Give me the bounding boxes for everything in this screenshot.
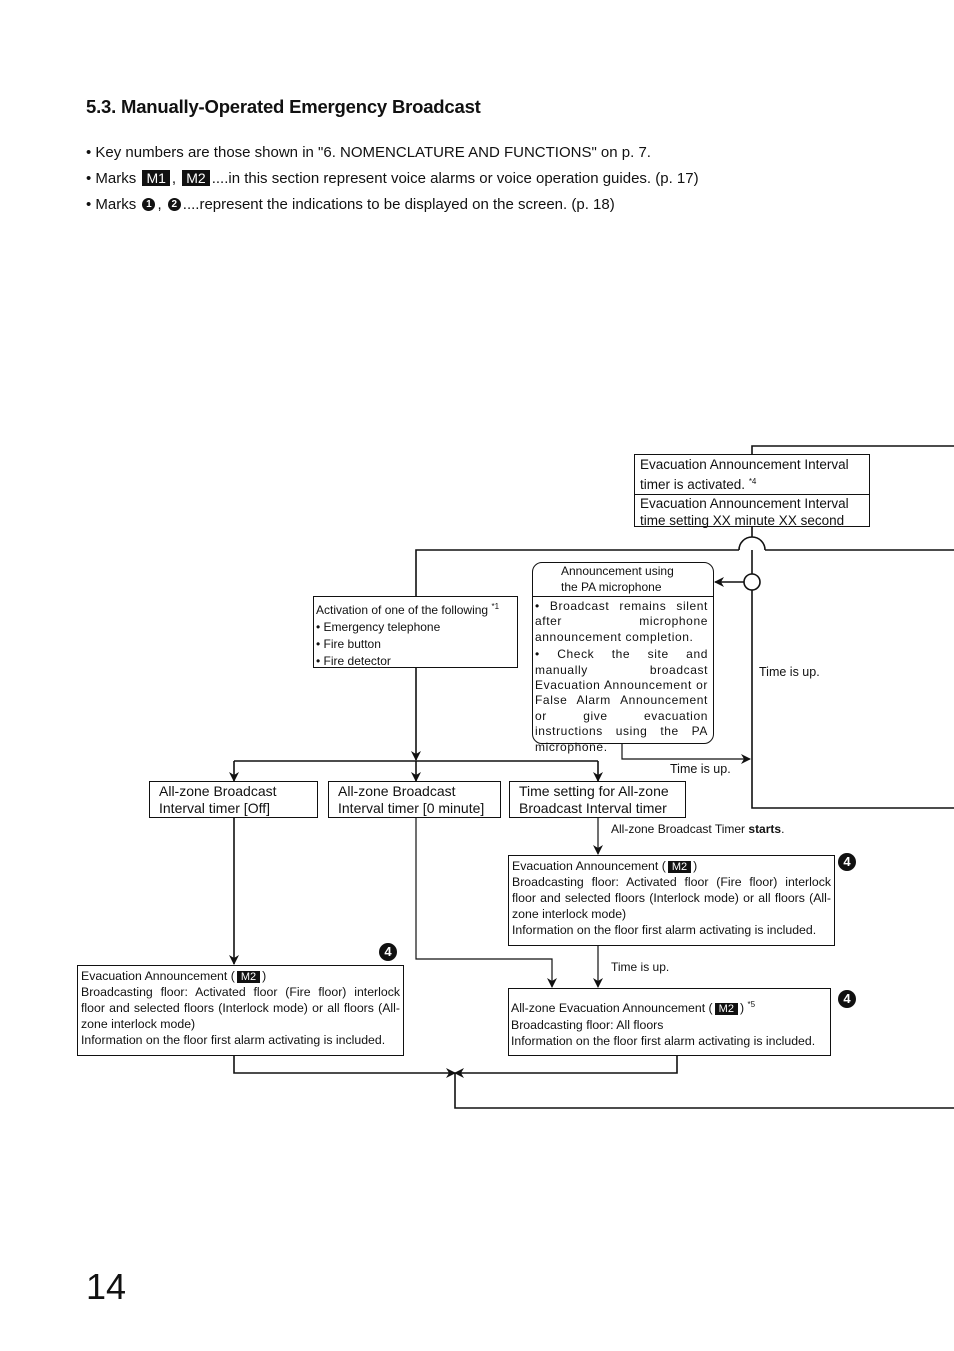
evacuation-announcement-box-left: Evacuation Announcement (M2) Broadcastin… xyxy=(77,965,404,1056)
junction-circle xyxy=(743,573,761,591)
timer-setting-line: Broadcast Interval timer xyxy=(519,799,667,816)
pa-mic-heading: Announcement using the PA microphone xyxy=(533,563,713,597)
page-number: 14 xyxy=(86,1266,127,1307)
allzone-evacuation-box: All-zone Evacuation Announcement (M2) *5… xyxy=(508,988,831,1056)
interval-time-setting: Evacuation Announcement Interval time se… xyxy=(635,494,869,529)
evac-info: Information on the floor first alarm act… xyxy=(81,1033,386,1047)
connector-jump-arc xyxy=(738,536,766,551)
interval-timer-line: timer is activated. *4 xyxy=(640,477,757,492)
timer-zero-line: Interval timer [0 minute] xyxy=(338,799,485,816)
pa-mic-heading-line: the PA microphone xyxy=(561,580,662,594)
time-up-label: Time is up. xyxy=(670,762,731,776)
time-up-label: Time is up. xyxy=(759,665,820,679)
interval-time-line: Evacuation Announcement Interval xyxy=(640,496,849,511)
timer-off-line: All-zone Broadcast xyxy=(159,783,277,799)
pa-microphone-box: Announcement using the PA microphone • B… xyxy=(532,562,714,754)
pa-mic-item: • Check the site and manually broadcast … xyxy=(535,647,708,754)
footnote-ref: *4 xyxy=(748,477,757,486)
timer-off-line: Interval timer [Off] xyxy=(159,799,270,816)
interval-timer-line: Evacuation Announcement Interval xyxy=(640,457,849,472)
interval-timer-box: Evacuation Announcement Interval timer i… xyxy=(634,454,870,529)
activation-heading: Activation of one of the following *1 xyxy=(316,602,500,617)
timer-starts-label: All-zone Broadcast Timer starts. xyxy=(611,822,785,836)
activation-item: • Emergency telephone xyxy=(316,620,441,634)
allzone-title: All-zone Evacuation Announcement (M2) *5 xyxy=(511,1000,756,1015)
evac-body: Broadcasting floor: Activated floor (Fir… xyxy=(512,875,831,921)
connector-line xyxy=(751,590,954,809)
pa-mic-heading-line: Announcement using xyxy=(561,564,674,578)
pa-mic-item: • Broadcast remains silent after microph… xyxy=(535,599,708,644)
allzone-info: Information on the floor first alarm act… xyxy=(511,1034,816,1048)
timer-setting-box: Time setting for All-zone Broadcast Inte… xyxy=(509,781,686,818)
mark-m2-badge: M2 xyxy=(667,861,692,873)
interval-time-line: time setting XX minute XX second xyxy=(640,513,845,528)
timer-off-box: All-zone Broadcast Interval timer [Off] xyxy=(149,781,318,818)
activation-item: • Fire button xyxy=(316,637,381,651)
mark-m2-badge: M2 xyxy=(714,1003,738,1015)
evac-title: Evacuation Announcement (M2) xyxy=(512,859,698,873)
time-up-label: Time is up. xyxy=(611,960,670,974)
timer-zero-line: All-zone Broadcast xyxy=(338,783,456,799)
connector-line xyxy=(454,1073,954,1109)
activation-box: Activation of one of the following *1 • … xyxy=(313,596,518,668)
timer-setting-line: Time setting for All-zone xyxy=(519,783,669,799)
evac-body: Broadcasting floor: Activated floor (Fir… xyxy=(81,985,400,1031)
connector-line xyxy=(454,1056,678,1078)
footnote-ref: *1 xyxy=(491,602,500,611)
footnote-ref: *5 xyxy=(747,1000,756,1009)
mark-m2-badge: M2 xyxy=(236,971,261,983)
screen-indicator-4-icon: 4 xyxy=(838,853,856,871)
evac-info: Information on the floor first alarm act… xyxy=(512,923,817,937)
screen-indicator-4-icon: 4 xyxy=(379,943,397,961)
connector-line xyxy=(233,1056,456,1078)
timer-zero-box: All-zone Broadcast Interval timer [0 min… xyxy=(328,781,501,818)
allzone-body: Broadcasting floor: All floors xyxy=(511,1017,664,1032)
activation-item: • Fire detector xyxy=(316,654,391,668)
screen-indicator-4-icon: 4 xyxy=(838,990,856,1008)
evac-title: Evacuation Announcement (M2) xyxy=(81,969,267,983)
evacuation-announcement-box: Evacuation Announcement (M2) Broadcastin… xyxy=(508,855,835,946)
